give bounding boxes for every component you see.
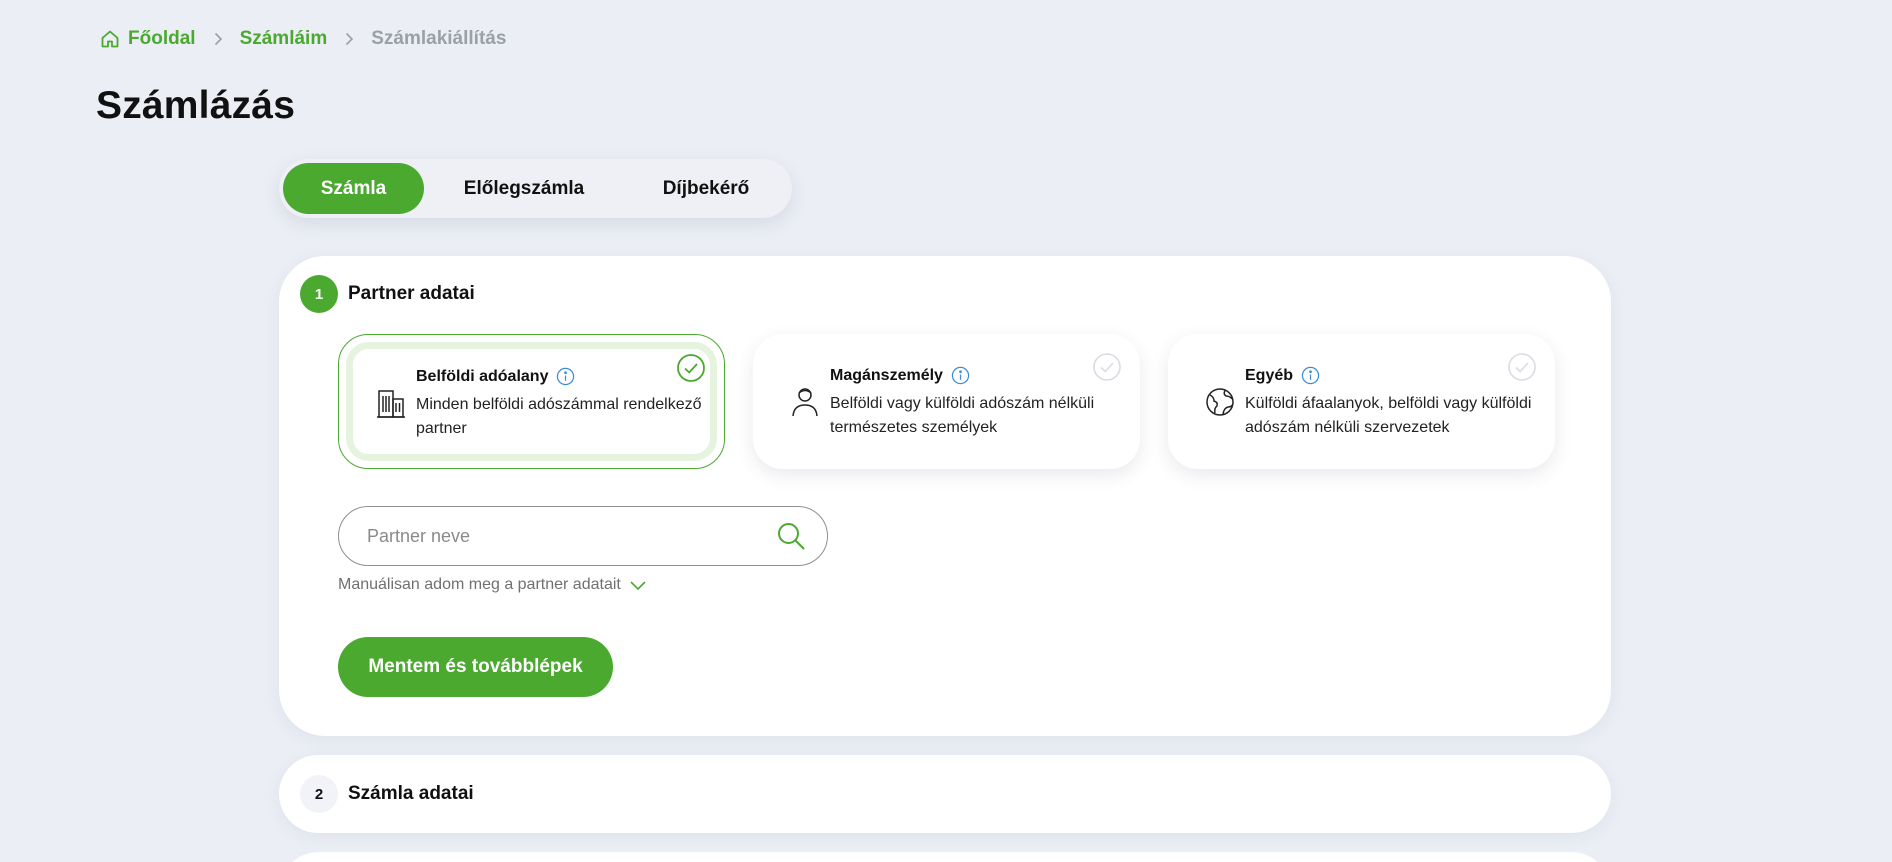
chevron-right-icon bbox=[214, 32, 222, 46]
partner-type-title: Magánszemély bbox=[830, 366, 943, 384]
chevron-right-icon bbox=[346, 32, 354, 46]
home-icon bbox=[101, 30, 119, 48]
partner-type-description: Minden belföldi adószámmal rendelkező pa… bbox=[416, 396, 702, 437]
search-icon[interactable] bbox=[775, 520, 807, 552]
check-circle-icon bbox=[1093, 353, 1121, 381]
step-number: 1 bbox=[300, 275, 338, 313]
breadcrumb-current: Számlakiállítás bbox=[371, 28, 507, 49]
partner-search-field bbox=[338, 506, 828, 566]
step-header: 2 Számla adatai bbox=[300, 775, 474, 813]
info-icon[interactable] bbox=[1301, 366, 1320, 385]
breadcrumb-invoices-label: Számláim bbox=[239, 28, 328, 49]
tab-payment-request[interactable]: Díjbekérő bbox=[624, 163, 788, 214]
manual-entry-toggle[interactable]: Manuálisan adom meg a partner adatait bbox=[338, 576, 647, 594]
chevron-down-icon bbox=[630, 581, 646, 591]
partner-type-title: Egyéb bbox=[1245, 366, 1294, 384]
type-text: Magánszemély Belföldi vagy külföldi adós… bbox=[830, 366, 1120, 440]
manual-entry-label: Manuálisan adom meg a partner adatait bbox=[338, 576, 621, 593]
type-text: Belföldi adóalany Minden belföldi adószá… bbox=[416, 367, 706, 441]
partner-type-options: Belföldi adóalany Minden belföldi adószá… bbox=[338, 334, 1555, 469]
globe-icon bbox=[1206, 388, 1234, 416]
partner-type-private-person[interactable]: Magánszemély Belföldi vagy külföldi adós… bbox=[753, 334, 1140, 469]
info-icon[interactable] bbox=[556, 367, 575, 386]
invoice-type-tabs: Számla Előlegszámla Díjbekérő bbox=[279, 159, 792, 218]
step-title: Számla adatai bbox=[348, 783, 474, 804]
step-invoice-data-card[interactable]: 2 Számla adatai bbox=[279, 755, 1611, 833]
step-title: Partner adatai bbox=[348, 283, 475, 304]
partner-type-title: Belföldi adóalany bbox=[416, 367, 549, 385]
partner-type-domestic-taxpayer[interactable]: Belföldi adóalany Minden belföldi adószá… bbox=[338, 334, 725, 469]
tab-invoice[interactable]: Számla bbox=[283, 163, 424, 214]
type-text: Egyéb Külföldi áfaalanyok, belföldi vagy… bbox=[1245, 366, 1535, 440]
partner-type-description: Belföldi vagy külföldi adószám nélküli t… bbox=[830, 395, 1095, 436]
step-partner-card: 1 Partner adatai Belföldi adóalany Minde… bbox=[279, 256, 1611, 736]
partner-type-other[interactable]: Egyéb Külföldi áfaalanyok, belföldi vagy… bbox=[1168, 334, 1555, 469]
breadcrumb-home-label: Főoldal bbox=[128, 28, 196, 49]
info-icon[interactable] bbox=[951, 366, 970, 385]
breadcrumb-home-link[interactable]: Főoldal bbox=[100, 28, 196, 50]
type-title-row: Egyéb bbox=[1245, 366, 1535, 385]
person-icon bbox=[792, 388, 818, 417]
partner-name-input[interactable] bbox=[367, 525, 775, 547]
save-and-continue-button[interactable]: Mentem és továbblépek bbox=[338, 637, 613, 697]
check-circle-icon bbox=[1508, 353, 1536, 381]
tab-advance-invoice[interactable]: Előlegszámla bbox=[424, 163, 624, 214]
check-circle-icon bbox=[677, 354, 705, 382]
type-title-row: Magánszemély bbox=[830, 366, 1120, 385]
partner-type-description: Külföldi áfaalanyok, belföldi vagy külfö… bbox=[1245, 395, 1532, 436]
next-step-card bbox=[279, 852, 1611, 862]
building-icon bbox=[377, 390, 405, 418]
type-title-row: Belföldi adóalany bbox=[416, 367, 706, 386]
page-title: Számlázás bbox=[96, 84, 296, 127]
breadcrumb: Főoldal Számláim Számlakiállítás bbox=[100, 28, 506, 50]
page: Főoldal Számláim Számlakiállítás Számláz… bbox=[0, 0, 1892, 862]
step-header: 1 Partner adatai bbox=[300, 275, 475, 313]
step-number: 2 bbox=[300, 775, 338, 813]
breadcrumb-invoices-link[interactable]: Számláim bbox=[240, 28, 328, 50]
